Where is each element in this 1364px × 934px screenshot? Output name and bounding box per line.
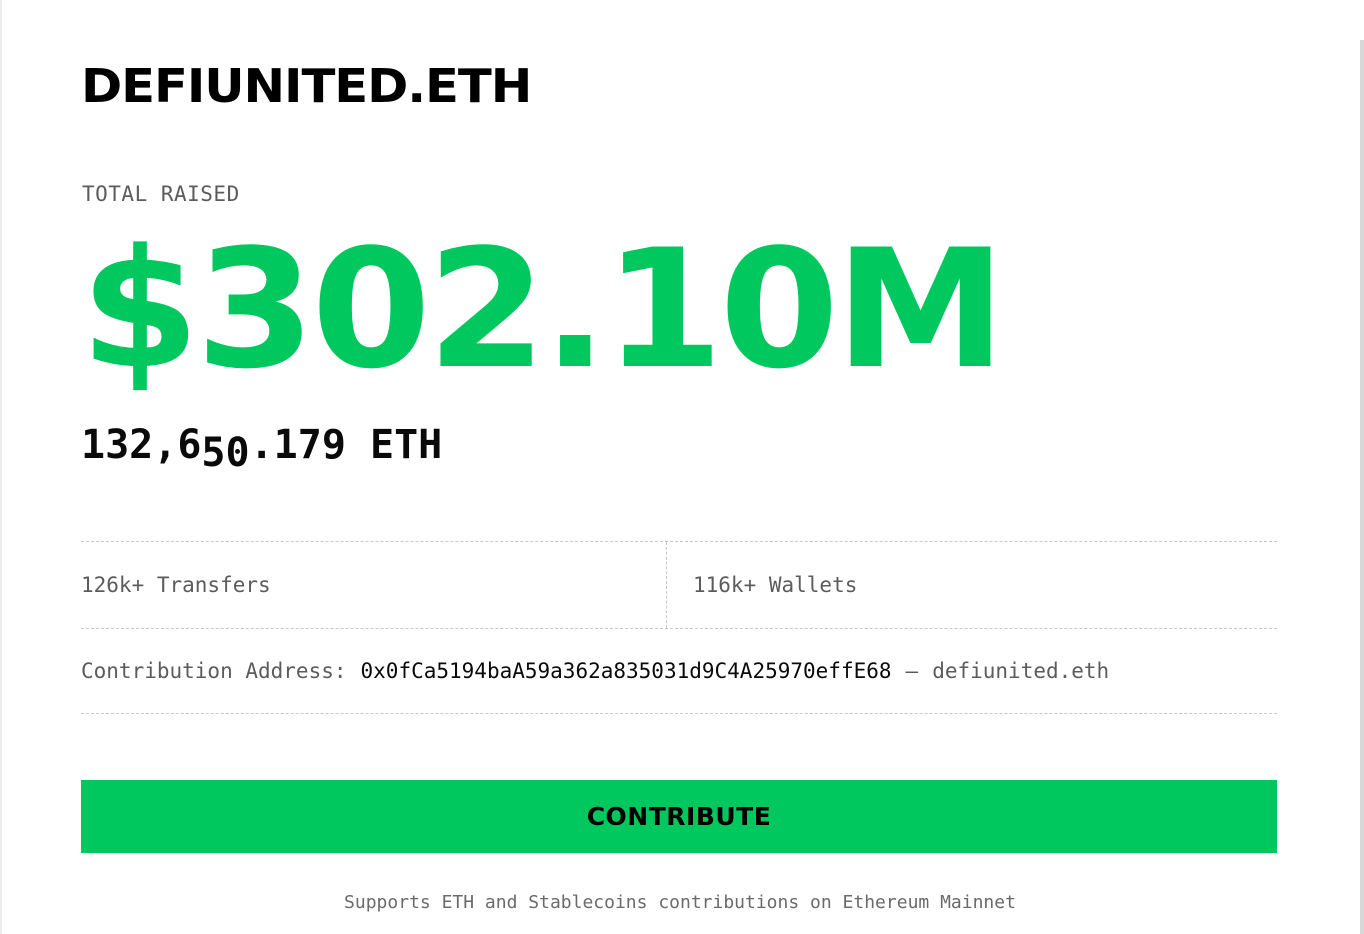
site-title: DEFIUNITED.ETH <box>81 59 532 113</box>
stats-row: 126k+ Transfers 116k+ Wallets <box>81 541 1277 629</box>
page-edge <box>0 0 2 934</box>
eth-amount-prefix: 132,6 <box>81 422 202 468</box>
eth-amount-rolling-digits: 50 <box>201 430 250 476</box>
contribution-address[interactable]: 0x0fCa5194baA59a362a835031d9C4A25970effE… <box>361 659 892 683</box>
eth-amount: 132,650.179 ETH <box>81 420 443 476</box>
contribution-address-label: Contribution Address: <box>81 658 347 683</box>
address-separator: — <box>905 658 919 683</box>
ens-name: defiunited.eth <box>932 658 1110 683</box>
contribute-button[interactable]: CONTRIBUTE <box>81 780 1277 853</box>
scrollbar[interactable] <box>1360 40 1364 934</box>
supported-networks-note: Supports ETH and Stablecoins contributio… <box>344 892 1016 913</box>
total-raised-amount: $302.10M <box>80 214 1006 405</box>
eth-amount-suffix: .179 ETH <box>249 422 443 468</box>
wallets-stat: 116k+ Wallets <box>693 573 858 597</box>
transfers-stat: 126k+ Transfers <box>81 542 667 628</box>
total-raised-label: TOTAL RAISED <box>82 182 240 206</box>
contribution-address-row: Contribution Address: 0x0fCa5194baA59a36… <box>81 628 1277 714</box>
